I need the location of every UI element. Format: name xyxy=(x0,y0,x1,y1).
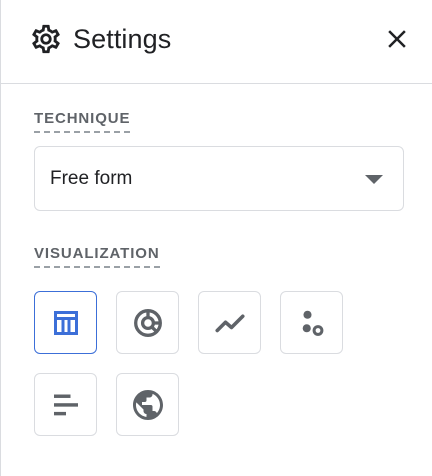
donut-chart-icon xyxy=(133,308,162,337)
visualization-donut-button[interactable] xyxy=(116,291,179,354)
globe-icon xyxy=(132,389,163,420)
visualization-bar-button[interactable] xyxy=(34,373,97,436)
table-icon xyxy=(53,310,78,335)
close-icon[interactable] xyxy=(382,24,412,54)
visualization-scatter-button[interactable] xyxy=(280,291,343,354)
scatter-chart-icon xyxy=(302,310,323,336)
technique-select-value: Free form xyxy=(50,168,133,189)
gear-icon xyxy=(32,24,60,54)
technique-label: TECHNIQUE xyxy=(34,109,131,133)
line-chart-icon xyxy=(214,313,245,332)
caret-down-icon xyxy=(365,175,383,184)
technique-select[interactable]: Free form xyxy=(34,146,404,211)
settings-panel: Settings TECHNIQUE Free form VISUALIZATI… xyxy=(0,0,432,476)
visualization-line-button[interactable] xyxy=(198,291,261,354)
settings-header: Settings xyxy=(1,0,432,84)
page-title: Settings xyxy=(73,24,172,54)
visualization-geo-button[interactable] xyxy=(116,373,179,436)
visualization-table-button[interactable] xyxy=(34,291,97,354)
visualization-label: VISUALIZATION xyxy=(34,244,160,268)
bar-chart-icon xyxy=(53,394,78,415)
